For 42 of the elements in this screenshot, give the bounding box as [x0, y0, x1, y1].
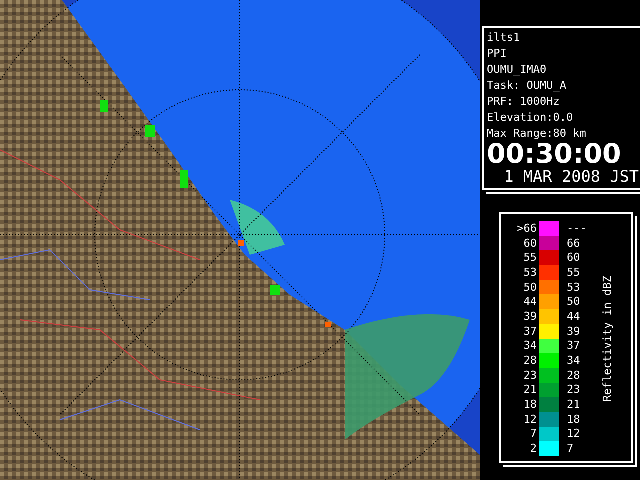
info-text: Task: OUMU_A [487, 78, 568, 94]
legend-value: 39 [566, 324, 582, 338]
info-text: Elevation:0.0 [487, 110, 574, 126]
legend-value: 34 [522, 339, 538, 352]
info-text: PPI [487, 46, 508, 62]
legend-value: 18 [522, 398, 538, 412]
legend-value: 66 [566, 236, 582, 250]
legend-value: 50 [566, 295, 582, 308]
legend-value: 21 [566, 398, 582, 412]
info-text: PRF: 1000Hz [487, 94, 561, 110]
legend-value: 18 [566, 412, 582, 426]
legend-title: Reflectivity in dBZ [601, 276, 614, 402]
legend-value: 23 [566, 383, 582, 396]
info-text: OUMU_IMA0 [487, 62, 548, 78]
legend-value: 12 [522, 412, 538, 426]
legend-value: 44 [566, 310, 582, 323]
legend-value: 39 [522, 310, 538, 323]
legend-value: 37 [522, 324, 538, 338]
date-text: 1 MAR 2008 JST [503, 168, 639, 186]
legend-value: 50 [522, 280, 538, 294]
legend-value: 23 [522, 368, 538, 382]
legend-value: --- [566, 222, 588, 235]
legend-value: 21 [522, 383, 538, 396]
legend-value: 37 [566, 339, 582, 352]
info-text: Max Range:80 km [487, 126, 588, 142]
time-text: 00:30:00 [487, 142, 622, 168]
legend-value: 53 [522, 266, 538, 279]
legend-value: 7 [529, 427, 538, 440]
legend-value: 34 [566, 354, 582, 368]
legend-value: 55 [566, 266, 582, 279]
legend-value: 60 [522, 236, 538, 250]
legend-value: 7 [566, 442, 575, 456]
legend-value: 12 [566, 427, 582, 440]
legend-value: 28 [522, 354, 538, 368]
info-text: ilts1 [487, 30, 522, 46]
legend-value: 53 [566, 280, 582, 294]
legend-value: 28 [566, 368, 582, 382]
legend-value: 55 [522, 251, 538, 264]
legend-value: >66 [516, 222, 538, 235]
legend-value: 60 [566, 251, 582, 264]
legend-value: 2 [529, 442, 538, 456]
legend-value: 44 [522, 295, 538, 308]
